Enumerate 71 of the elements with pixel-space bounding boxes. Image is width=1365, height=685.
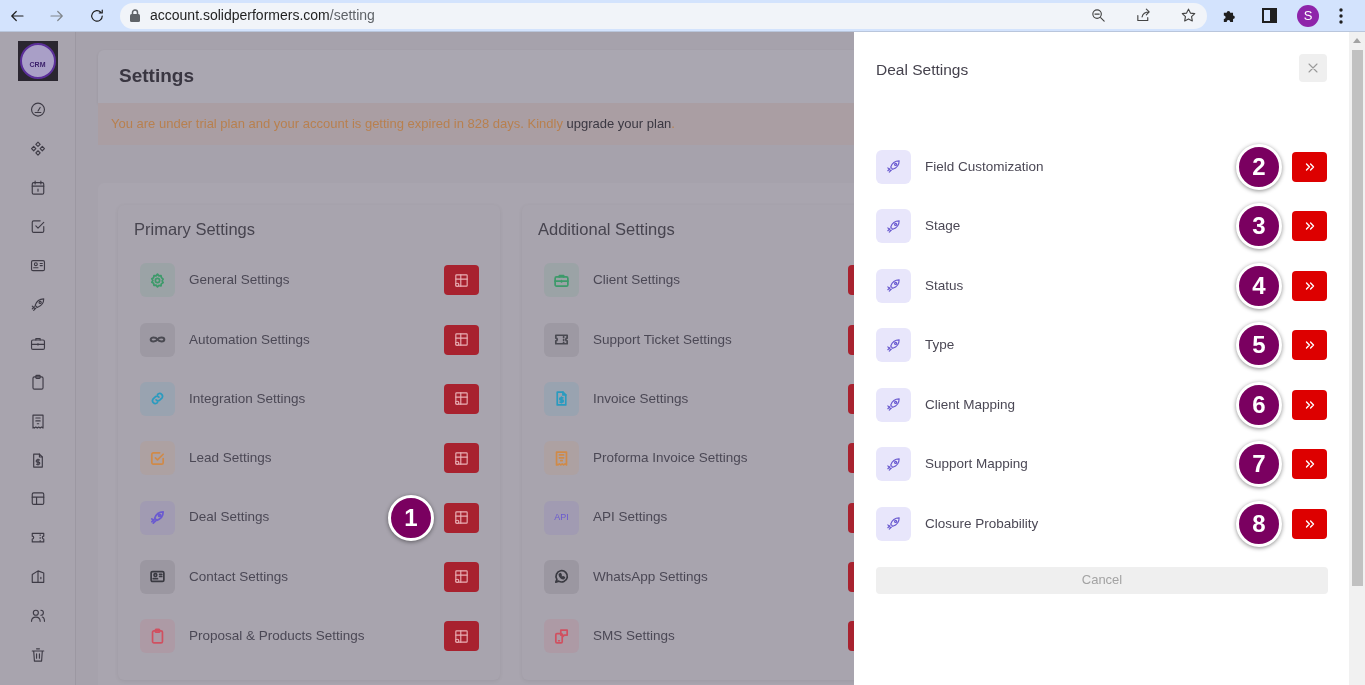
- zoom-out-icon[interactable]: [1090, 7, 1107, 24]
- setting-label[interactable]: Proposal & Products Settings: [189, 626, 444, 647]
- rocket-icon: [885, 336, 902, 354]
- open-button[interactable]: [1292, 508, 1327, 539]
- open-button[interactable]: [1292, 270, 1327, 301]
- deal-setting-label[interactable]: Type: [925, 335, 1236, 356]
- open-settings-button[interactable]: [444, 265, 479, 296]
- open-settings-button[interactable]: [444, 621, 479, 652]
- lock-icon: [130, 9, 140, 22]
- setting-label[interactable]: WhatsApp Settings: [593, 566, 848, 587]
- setting-label[interactable]: API Settings: [593, 507, 848, 528]
- section-title: Additional Settings: [538, 219, 676, 240]
- settings-table-icon: [453, 271, 470, 289]
- url-text: account.solidperformers.com/setting: [150, 6, 375, 25]
- gauge-icon[interactable]: [28, 101, 47, 119]
- settings-table-icon: [453, 509, 470, 527]
- cancel-button[interactable]: Cancel: [876, 566, 1328, 594]
- settings-table-icon: [453, 331, 470, 349]
- open-button[interactable]: [1292, 449, 1327, 480]
- side-panel-icon[interactable]: [1262, 8, 1277, 23]
- profile-avatar[interactable]: S: [1297, 4, 1319, 27]
- open-settings-button[interactable]: [444, 443, 479, 474]
- deal-setting-label[interactable]: Status: [925, 275, 1236, 296]
- rocket-icon: [885, 158, 902, 176]
- step-marker: 1: [388, 494, 434, 541]
- setting-label[interactable]: Proforma Invoice Settings: [593, 448, 848, 469]
- open-button[interactable]: [1292, 211, 1327, 242]
- open-button[interactable]: [1292, 151, 1327, 182]
- setting-label[interactable]: General Settings: [189, 270, 444, 291]
- open-settings-button[interactable]: [444, 324, 479, 355]
- open-button[interactable]: [1292, 389, 1327, 420]
- scrollbar-thumb[interactable]: [1351, 50, 1363, 586]
- setting-label[interactable]: Deal Settings: [189, 507, 388, 528]
- setting-label[interactable]: Lead Settings: [189, 448, 444, 469]
- open-settings-button[interactable]: [444, 502, 479, 533]
- drawer-title: Deal Settings: [876, 60, 969, 80]
- rocket-icon: [885, 277, 902, 295]
- section-title: Primary Settings: [134, 219, 257, 240]
- rocket-icon: [885, 455, 902, 473]
- rocket-icon: [885, 396, 902, 414]
- open-settings-button[interactable]: [444, 561, 479, 592]
- setting-label[interactable]: SMS Settings: [593, 626, 848, 647]
- share-icon[interactable]: [1135, 7, 1152, 24]
- deal-setting-label[interactable]: Support Mapping: [925, 454, 1236, 475]
- api-text: API: [554, 510, 569, 524]
- alert-message: You are under trial plan and your account is getting expired in 828 days. Kindly upgrade your plan.: [111, 115, 675, 134]
- deal-setting-label[interactable]: Field Customization: [925, 156, 1236, 177]
- rocket-icon: [885, 515, 902, 533]
- reload-icon[interactable]: [88, 6, 106, 25]
- deal-setting-label[interactable]: Closure Probability: [925, 513, 1236, 534]
- setting-label[interactable]: Client Settings: [593, 270, 848, 291]
- setting-label[interactable]: Integration Settings: [189, 388, 444, 410]
- open-settings-button[interactable]: [444, 384, 479, 414]
- open-button[interactable]: [1292, 330, 1327, 361]
- diamond-grid-icon[interactable]: [28, 140, 47, 158]
- address-bar[interactable]: account.solidperformers.com/setting: [120, 2, 1207, 29]
- page-title: Settings: [119, 64, 194, 89]
- setting-label[interactable]: Contact Settings: [189, 566, 444, 587]
- settings-table-icon: [453, 568, 470, 586]
- settings-table-icon: [453, 627, 470, 645]
- star-icon[interactable]: [1180, 7, 1197, 24]
- rocket-icon: [885, 217, 902, 235]
- settings-table-icon: [453, 449, 470, 467]
- deal-setting-label[interactable]: Client Mapping: [925, 394, 1236, 415]
- setting-label[interactable]: Automation Settings: [189, 329, 444, 350]
- setting-label[interactable]: Support Ticket Settings: [593, 329, 848, 350]
- deal-setting-label[interactable]: Stage: [925, 216, 1236, 237]
- menu-icon[interactable]: [1339, 7, 1343, 24]
- settings-table-icon: [453, 390, 470, 408]
- users-icon[interactable]: [28, 607, 47, 625]
- setting-label[interactable]: Invoice Settings: [593, 388, 848, 410]
